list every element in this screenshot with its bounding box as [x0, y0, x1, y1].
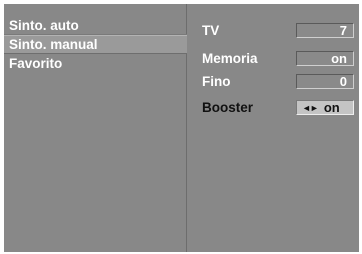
- tuning-menu: Sinto. auto Sinto. manual Favorito: [4, 4, 187, 252]
- booster-value: on: [323, 100, 340, 115]
- fino-value-field[interactable]: 0: [296, 74, 354, 89]
- tv-osd-screen: Sinto. auto Sinto. manual Favorito TV 7 …: [4, 4, 359, 252]
- fino-label: Fino: [202, 74, 231, 89]
- tv-label: TV: [202, 23, 220, 38]
- menu-item-sinto-manual[interactable]: Sinto. manual: [4, 35, 187, 54]
- booster-label: Booster: [202, 100, 254, 115]
- manual-tuning-panel: TV 7 Memoria on Fino 0 Booster ◄► on: [188, 4, 359, 252]
- booster-value-field[interactable]: ◄► on: [296, 100, 354, 115]
- left-right-arrows-icon: ◄►: [302, 103, 319, 113]
- tv-value-field[interactable]: 7: [296, 23, 354, 38]
- menu-item-favorito[interactable]: Favorito: [4, 54, 187, 73]
- memoria-label: Memoria: [202, 51, 258, 66]
- memoria-value-field[interactable]: on: [296, 51, 354, 66]
- menu-item-sinto-auto[interactable]: Sinto. auto: [4, 16, 187, 35]
